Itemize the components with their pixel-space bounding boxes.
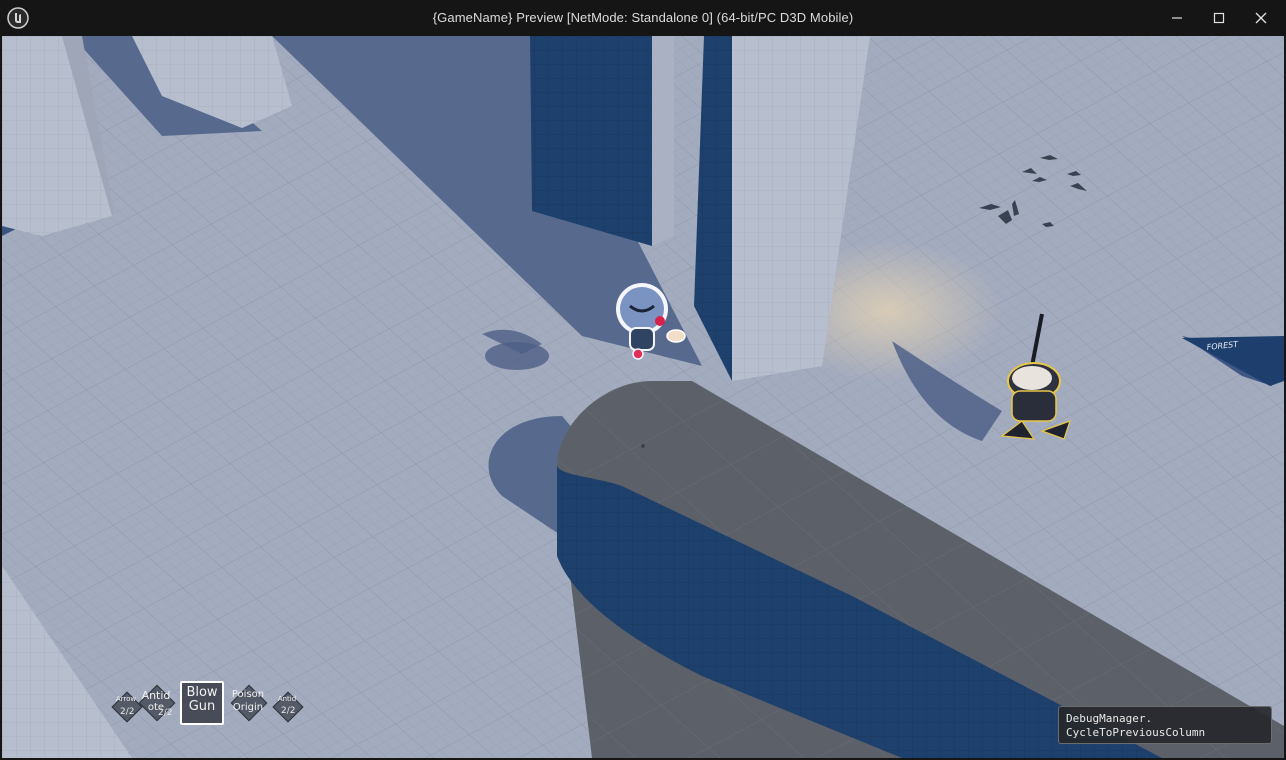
close-button[interactable] [1241, 4, 1281, 32]
inventory-slot-selected[interactable]: Blow Gun [180, 681, 224, 725]
game-preview-window: {GameName} Preview [NetMode: Standalone … [0, 0, 1286, 760]
game-scene: FOREST [2, 36, 1284, 758]
minimize-button[interactable] [1157, 4, 1197, 32]
inventory-slot-2[interactable]: Antid ote 2/2 [138, 682, 176, 722]
inventory-slot-5[interactable]: Antid 2/2 [272, 691, 304, 723]
close-icon [1255, 12, 1267, 24]
inventory-slot-4[interactable]: Poison Origin [228, 682, 268, 722]
game-viewport[interactable]: FOREST Arrow 2/2 Antid ote 2/2 Blow Gun … [2, 36, 1284, 758]
debug-line-2: CycleToPreviousColumn [1066, 726, 1206, 739]
window-title: {GameName} Preview [NetMode: Standalone … [432, 10, 854, 25]
maximize-button[interactable] [1199, 4, 1239, 32]
maximize-icon [1213, 12, 1225, 24]
pillar-left-edge [652, 36, 674, 246]
debug-line-1: DebugManager. [1066, 712, 1153, 725]
minimize-icon [1172, 17, 1182, 19]
walkway-marker [641, 444, 645, 448]
title-bar[interactable]: {GameName} Preview [NetMode: Standalone … [0, 0, 1286, 36]
inventory-bar: Arrow 2/2 Antid ote 2/2 Blow Gun Poison … [102, 676, 312, 736]
debug-command-box: DebugManager. CycleToPreviousColumn [1058, 706, 1272, 744]
pillar-left-face [530, 36, 652, 246]
